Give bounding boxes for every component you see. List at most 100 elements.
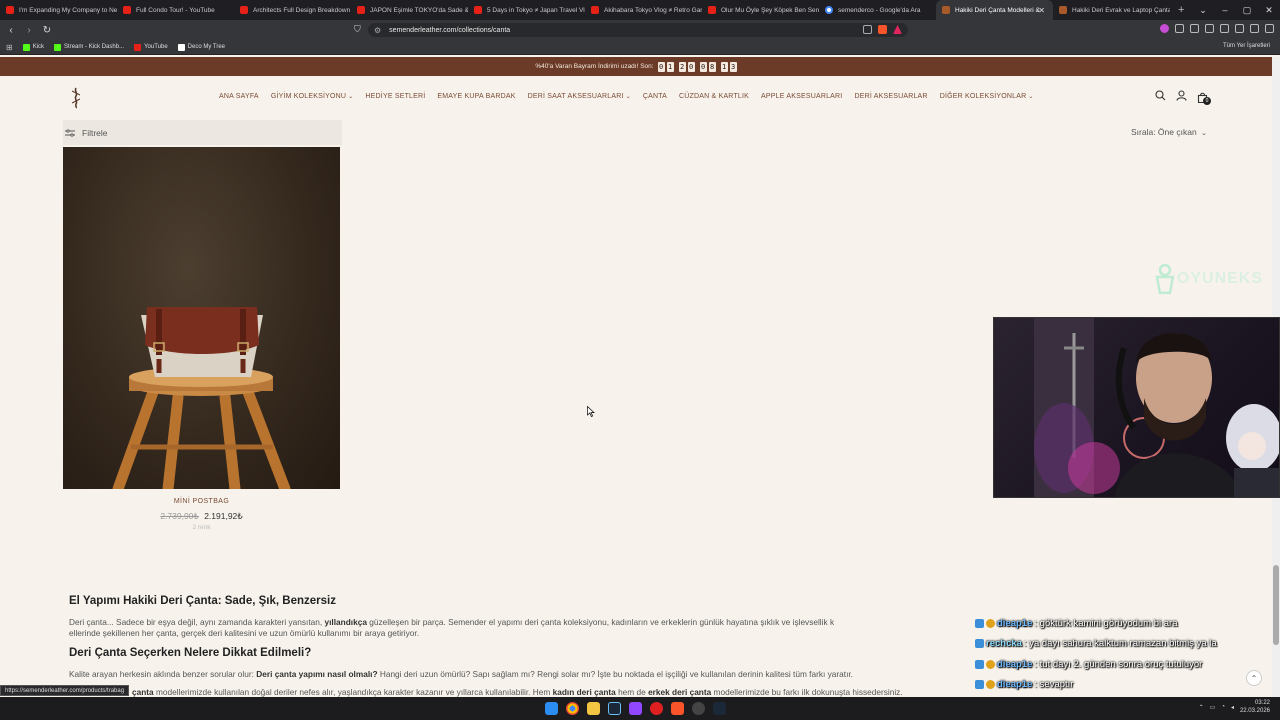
nav-item[interactable]: DERİ SAAT AKSESUARLARI ⌄ — [528, 93, 631, 100]
chat-message: rechcka: ya dayı sahura kalktum ramazan … — [975, 634, 1275, 655]
bookmark-item[interactable]: Stream - Kick Dashb... — [54, 43, 124, 51]
opera-icon[interactable] — [650, 702, 663, 715]
nav-item[interactable]: EMAYE KUPA BARDAK — [437, 93, 515, 100]
text-segment: Kalite arayan herkesin aklında benzer so… — [69, 669, 257, 679]
text-segment: Deri çanta... Sadece bir eşya değil, ayn… — [69, 617, 325, 627]
brave-rewards-icon[interactable] — [893, 25, 902, 34]
site-icon — [1059, 6, 1067, 14]
wallet-icon[interactable] — [1235, 24, 1244, 33]
extension-icon[interactable] — [1175, 24, 1184, 33]
url-field[interactable]: ⚙ semenderleather.com/collections/canta — [368, 23, 908, 37]
nav-item-label: DERİ AKSESUARLAR — [854, 93, 928, 100]
minimize-button[interactable]: – — [1214, 5, 1236, 15]
filter-button[interactable]: Filtrele — [63, 120, 342, 145]
bookmark-favicon-icon — [54, 43, 62, 51]
share-icon[interactable] — [863, 25, 872, 34]
site-icon — [942, 6, 950, 14]
nav-item[interactable]: DERİ AKSESUARLAR — [854, 93, 927, 100]
color-count: 2 renk — [192, 524, 211, 531]
youtube-icon — [708, 6, 716, 14]
nav-item[interactable]: ANA SAYFA — [219, 93, 259, 100]
maximize-button[interactable]: ▢ — [1236, 5, 1258, 16]
vpn-icon[interactable] — [1250, 24, 1259, 33]
browser-tab[interactable]: semenderco - Google'da Ara — [819, 0, 936, 20]
taskbar-clock[interactable]: 03:22 22.03.2026 — [1240, 699, 1270, 715]
obs-icon[interactable] — [629, 702, 642, 715]
all-bookmarks-folder[interactable]: Tüm Yer İşaretleri — [1223, 43, 1270, 49]
bookmark-item[interactable]: YouTube — [134, 43, 168, 51]
new-tab-button[interactable]: + — [1178, 4, 1184, 16]
announcement-bar: %40'a Varan Bayram İndirimi uzadı! Son: … — [0, 57, 1272, 76]
youtube-icon — [357, 6, 365, 14]
chevron-down-icon: ⌄ — [1028, 94, 1034, 100]
brave-shields-icon[interactable] — [878, 25, 887, 34]
link-status-url: https://semenderleather.com/products/tra… — [0, 685, 130, 696]
clock-time: 03:22 — [1254, 700, 1270, 706]
browser-tab[interactable]: Architects Full Design Breakdown — [234, 0, 351, 20]
wifi-icon[interactable]: ◔ — [1221, 704, 1225, 710]
chat-badge-icon — [975, 639, 984, 649]
old-price: 2.739,90₺ — [160, 511, 199, 521]
chat-text: : ya dayı sahura kalktum ramazan bitmiş … — [1023, 638, 1217, 650]
file-explorer-icon[interactable] — [587, 702, 600, 715]
reload-button[interactable]: ↻ — [40, 25, 54, 36]
chevron-up-icon[interactable]: ⌃ — [1199, 704, 1204, 711]
robot-logo-icon — [1155, 263, 1175, 295]
browser-tab[interactable]: 5 Days in Tokyo ≠ Japan Travel Vl — [468, 0, 585, 20]
chat-text: : tut dayı 2. günden sonra oruç tutuluyo… — [1034, 658, 1203, 670]
menu-icon[interactable] — [1265, 24, 1274, 33]
bookmark-favicon-icon — [134, 43, 142, 51]
chrome-icon[interactable] — [566, 702, 579, 715]
nav-item[interactable]: HEDİYE SETLERİ — [365, 93, 425, 100]
bookmark-item[interactable]: Deco My Tree — [177, 43, 225, 51]
network-icon[interactable]: ▭ — [1210, 704, 1216, 711]
nav-item-label: HEDİYE SETLERİ — [365, 93, 426, 100]
toolbar-icons — [1160, 24, 1274, 33]
windows-start-icon[interactable] — [545, 702, 558, 715]
nav-item[interactable]: ÇANTA — [643, 93, 667, 100]
browser-tab[interactable]: JAPON Eşimle TOKYO'da Sade & H — [351, 0, 468, 20]
salamander-logo-icon[interactable] — [70, 87, 82, 109]
search-icon[interactable] — [1155, 90, 1166, 101]
browser-tab[interactable]: Hakiki Deri Çanta Modelleri & ✕ — [936, 0, 1053, 20]
product-title[interactable]: MİNİ POSTBAG — [63, 498, 340, 505]
brave-icon[interactable] — [671, 702, 684, 715]
cart-button[interactable]: 0 — [1197, 90, 1211, 105]
browser-tab[interactable]: Hakiki Deri Evrak ve Laptop Çanta — [1053, 0, 1170, 20]
browser-tab[interactable]: Full Condo Tour! - YouTube — [117, 0, 234, 20]
account-icon[interactable] — [1176, 90, 1187, 101]
sort-dropdown[interactable]: Sırala: Öne çıkan ⌄ — [1131, 127, 1207, 137]
countdown-digit: 0 — [687, 61, 695, 72]
site-info-icon[interactable]: ⚙ — [374, 26, 381, 35]
steam-icon[interactable] — [608, 702, 621, 715]
browser-tab[interactable]: Olur Mu Öyle Şey Köpek Ben Senin — [702, 0, 819, 20]
nav-item[interactable]: DİĞER KOLEKSİYONLAR ⌄ — [940, 93, 1034, 100]
steam-icon[interactable] — [713, 702, 726, 715]
apps-grid-icon[interactable]: ⊞ — [6, 43, 13, 52]
extension-icon[interactable] — [1160, 24, 1169, 33]
extension-icon[interactable] — [1190, 24, 1199, 33]
bookmark-item[interactable]: Kick — [22, 43, 44, 51]
browser-tab[interactable]: Akihabara Tokyo Vlog ≠ Retro Gar — [585, 0, 702, 20]
bookmark-icon[interactable]: ⛉ — [354, 24, 361, 35]
chevron-down-icon[interactable]: ⌄ — [1192, 5, 1214, 16]
nav-item[interactable]: CÜZDAN & KARTLIK — [679, 93, 749, 100]
product-image[interactable] — [63, 147, 340, 489]
close-tab-icon[interactable]: ✕ — [1038, 6, 1045, 15]
chat-badge-icon — [975, 659, 984, 669]
nav-item[interactable]: APPLE AKSESUARLARI — [761, 93, 842, 100]
countdown-separator — [676, 62, 677, 72]
extension-icon[interactable] — [1220, 24, 1229, 33]
forward-button[interactable]: › — [22, 25, 36, 36]
nav-item[interactable]: GİYİM KOLEKSİYONU ⌄ — [271, 93, 354, 100]
chat-text: : göktürk kamini görüyodum bi ara — [1034, 617, 1178, 629]
tab-title: I'm Expanding My Company to Ne — [19, 6, 117, 14]
app-icon[interactable] — [692, 702, 705, 715]
close-window-button[interactable]: ✕ — [1258, 5, 1280, 16]
sidebar-icon[interactable] — [1205, 24, 1214, 33]
volume-icon[interactable]: ◂ — [1231, 704, 1234, 711]
chat-badge-icon — [986, 618, 995, 628]
back-button[interactable]: ‹ — [4, 25, 18, 36]
cart-count-badge: 0 — [1203, 97, 1211, 105]
browser-tab[interactable]: I'm Expanding My Company to Ne — [0, 0, 117, 20]
